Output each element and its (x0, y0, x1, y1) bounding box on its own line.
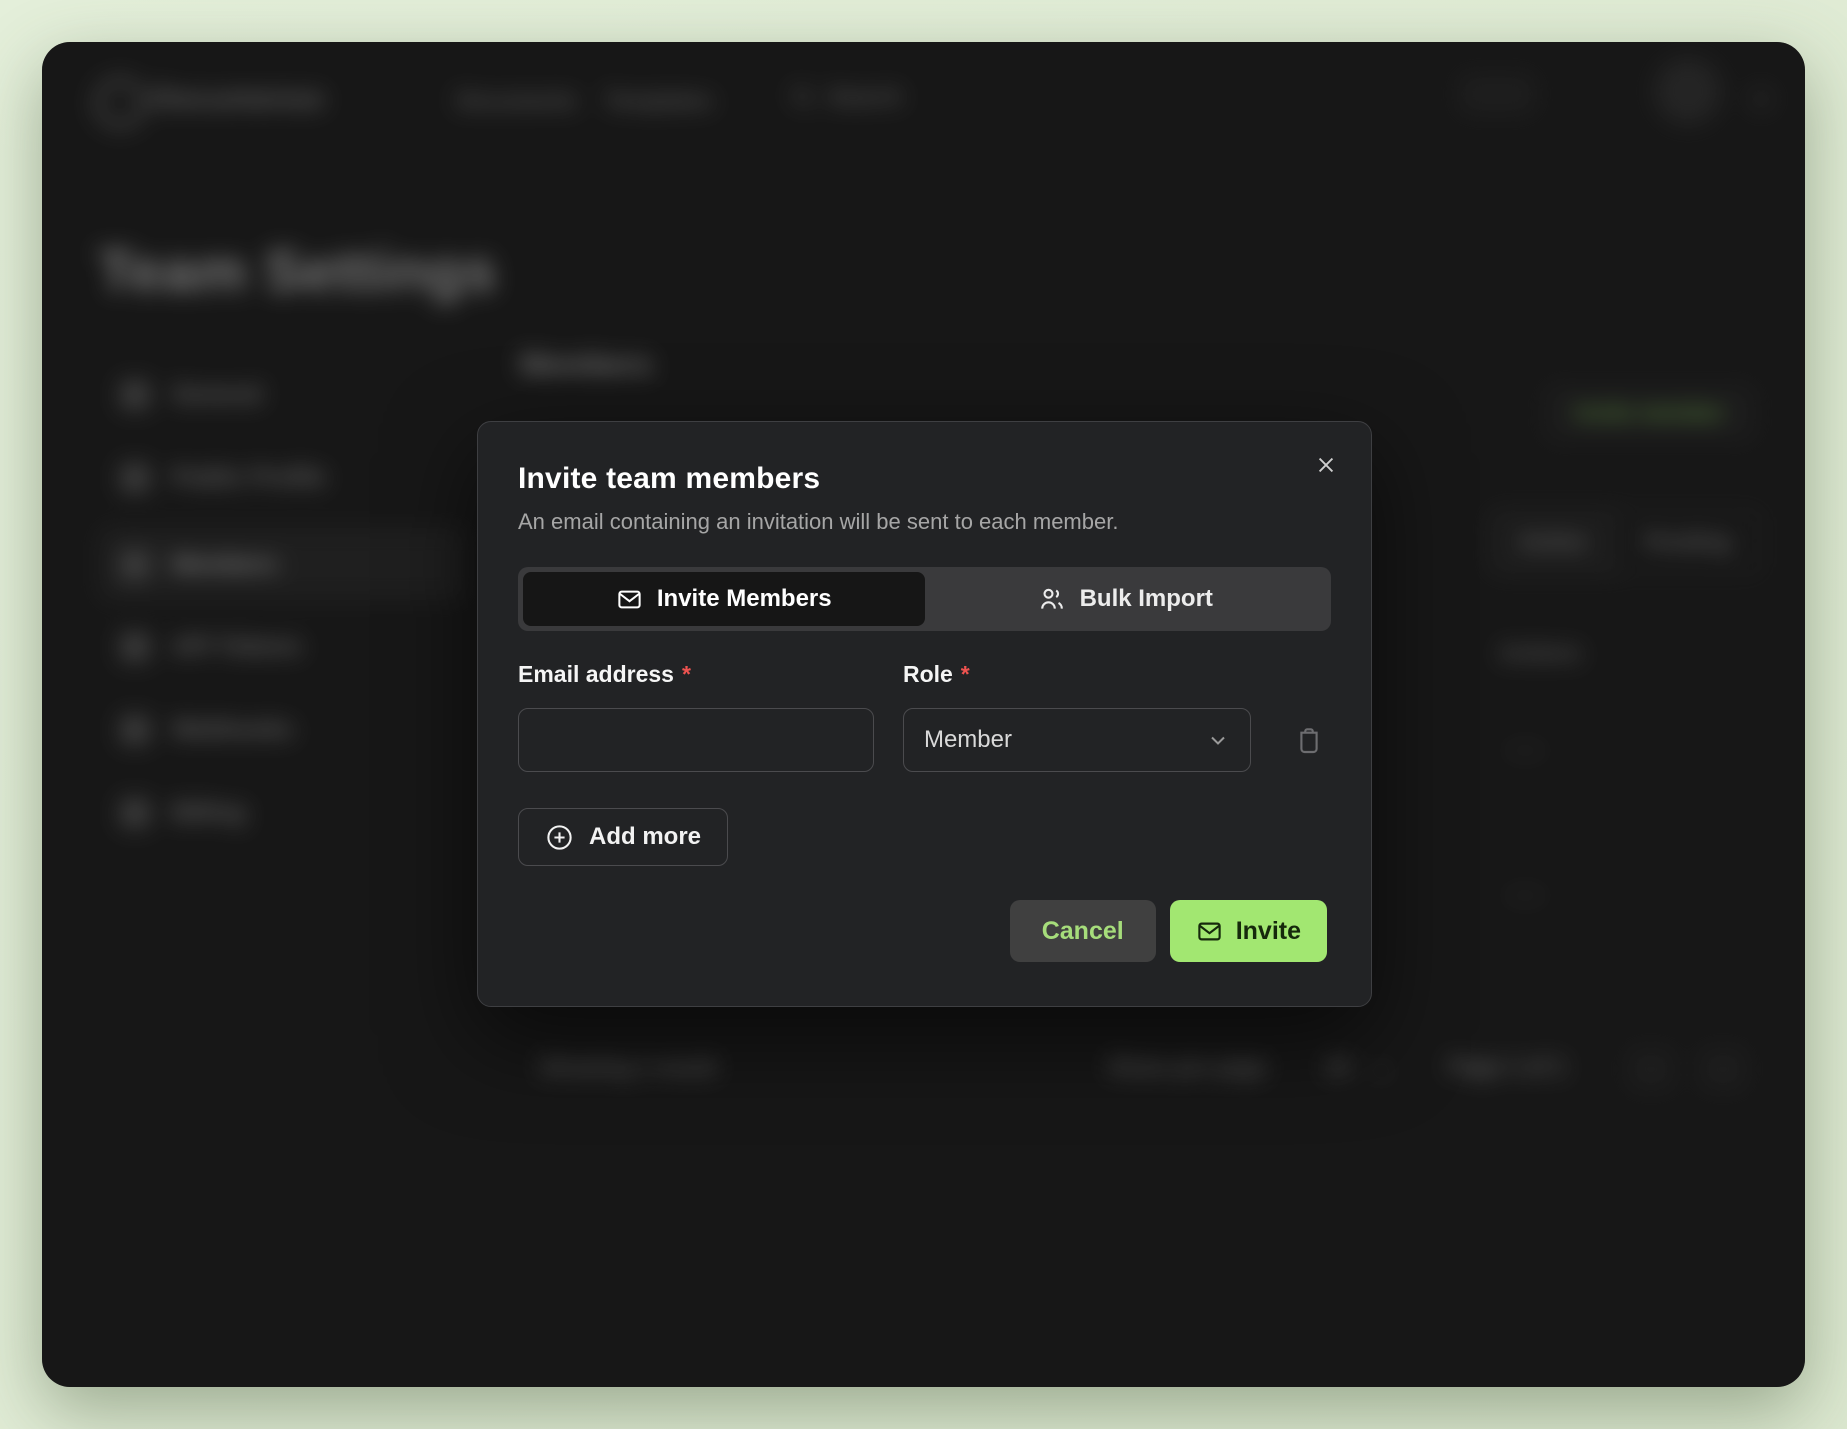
close-icon[interactable] (1309, 448, 1343, 482)
dialog-subtitle: An email containing an invitation will b… (518, 509, 1331, 535)
dialog-title: Invite team members (518, 462, 1331, 496)
tab-invite-members[interactable]: Invite Members (523, 572, 925, 626)
invite-team-members-dialog: Invite team members An email containing … (477, 421, 1372, 1007)
role-select[interactable]: Member (903, 708, 1251, 772)
invite-mode-tabs: Invite Members Bulk Import (518, 567, 1331, 631)
email-field-group: Email address* (518, 661, 874, 772)
cancel-button[interactable]: Cancel (1010, 900, 1156, 962)
role-selected-value: Member (924, 726, 1206, 754)
envelope-icon (616, 586, 643, 613)
dialog-footer: Cancel Invite (1010, 900, 1327, 962)
app-window: Documenso Documents Templates Search Tea… (42, 42, 1805, 1387)
email-input[interactable] (518, 708, 874, 772)
invite-button[interactable]: Invite (1170, 900, 1327, 962)
required-marker: * (682, 661, 691, 687)
required-marker: * (961, 661, 970, 687)
chevron-down-icon (1206, 728, 1230, 752)
tab-bulk-import[interactable]: Bulk Import (925, 572, 1327, 626)
role-field-group: Role* Member (903, 661, 1251, 772)
page-background: Documenso Documents Templates Search Tea… (0, 0, 1847, 1429)
invite-row: Email address* Role* Member (518, 661, 1331, 772)
email-label: Email address* (518, 661, 874, 688)
users-icon (1038, 585, 1066, 613)
trash-icon (1293, 723, 1325, 757)
envelope-icon (1196, 918, 1223, 945)
add-more-button[interactable]: Add more (518, 808, 728, 866)
remove-row-button[interactable] (1287, 708, 1331, 772)
plus-circle-icon (545, 823, 574, 852)
role-label: Role* (903, 661, 1251, 688)
